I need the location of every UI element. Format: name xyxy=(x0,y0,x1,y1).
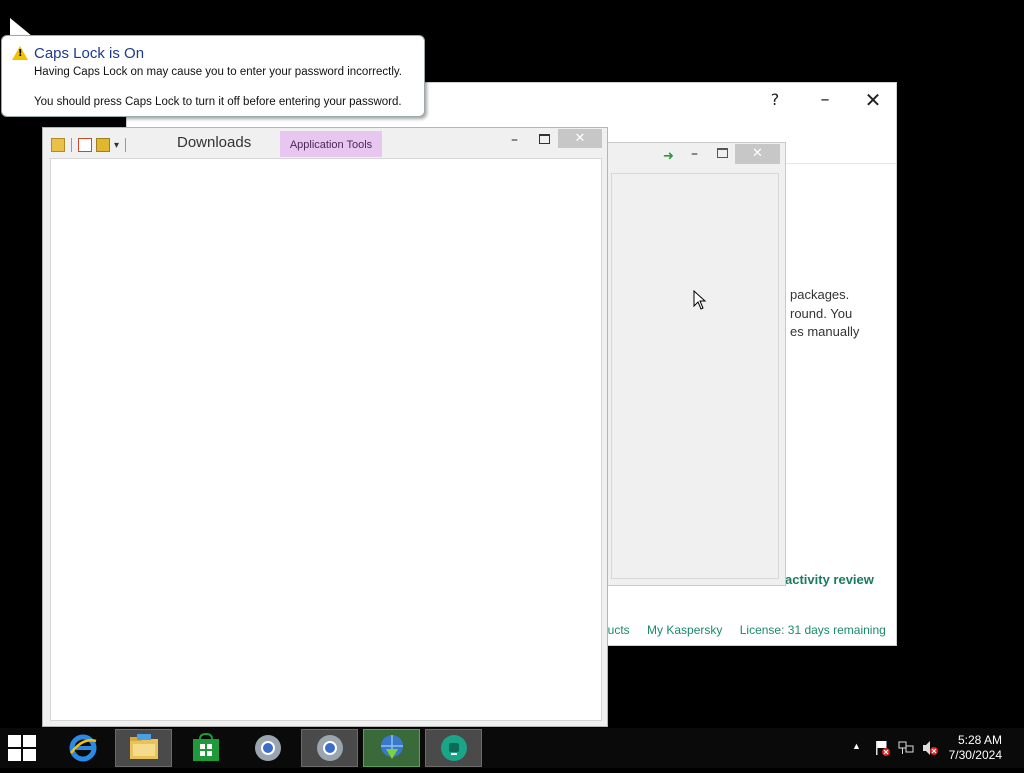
minimize-button[interactable]: – xyxy=(691,146,698,162)
clock-date: 7/30/2024 xyxy=(948,748,1002,762)
toolbar-separator xyxy=(125,138,127,152)
folder-icon xyxy=(129,734,158,759)
minimize-button[interactable]: – xyxy=(511,132,518,148)
taskbar-file-explorer[interactable] xyxy=(115,729,172,767)
mouse-cursor-icon xyxy=(693,290,707,310)
explorer-content-area[interactable] xyxy=(50,158,602,721)
middle-window: ➜ – ✕ xyxy=(604,142,786,586)
start-button[interactable] xyxy=(8,735,38,761)
close-button[interactable]: ✕ xyxy=(735,144,780,164)
taskbar-chrome[interactable] xyxy=(239,729,296,767)
windows-logo-icon xyxy=(23,749,36,761)
description-line: packages. xyxy=(790,287,850,302)
windows-logo-icon xyxy=(8,735,21,747)
taskbar-kaspersky[interactable] xyxy=(425,729,482,767)
warning-icon-mark: ! xyxy=(18,48,23,59)
taskbar-download-manager[interactable] xyxy=(363,729,420,767)
tooltip-message: Having Caps Lock on may cause you to ent… xyxy=(34,66,402,78)
chrome-icon xyxy=(254,735,281,761)
clock-time: 5:28 AM xyxy=(957,733,1002,747)
maximize-button[interactable] xyxy=(717,148,728,158)
clock[interactable]: 5:28 AM 7/30/2024 xyxy=(949,733,1002,773)
folder-download-icon[interactable] xyxy=(51,138,65,152)
taskbar-internet-explorer[interactable] xyxy=(54,729,111,767)
taskbar: ▲ 5:28 AM 7/30/2024 xyxy=(0,728,1024,768)
volume-muted-icon xyxy=(923,741,938,755)
download-manager-icon xyxy=(380,735,403,759)
description-text: packages. round. You es manually xyxy=(790,286,895,342)
activity-review-link[interactable]: activity review xyxy=(785,572,874,587)
windows-logo-icon xyxy=(8,749,21,761)
caps-lock-tooltip: ! Caps Lock is On Having Caps Lock on ma… xyxy=(1,35,425,117)
internet-explorer-icon xyxy=(69,734,96,762)
green-arrow-icon: ➜ xyxy=(663,149,674,164)
quick-access-toolbar: ▾ xyxy=(51,134,128,156)
toolbar-separator xyxy=(71,138,72,152)
footer-link-my-kaspersky[interactable]: My Kaspersky xyxy=(647,623,722,637)
tooltip-pointer xyxy=(10,18,32,36)
window-title: Downloads xyxy=(177,134,252,151)
description-line: es manually xyxy=(790,324,860,339)
taskbar-chrome-active[interactable] xyxy=(301,729,358,767)
minimize-button[interactable]: – xyxy=(810,89,840,111)
customize-toolbar-dropdown-icon[interactable]: ▾ xyxy=(114,140,119,151)
windows-logo-icon xyxy=(23,735,36,747)
maximize-button[interactable] xyxy=(539,134,550,144)
close-button[interactable]: ✕ xyxy=(858,89,888,111)
footer-link-license[interactable]: License: 31 days remaining xyxy=(740,623,886,637)
close-button[interactable]: ✕ xyxy=(558,129,602,148)
properties-icon[interactable] xyxy=(78,138,92,152)
kaspersky-footer: ducts My Kaspersky License: 31 days rema… xyxy=(601,623,900,637)
kaspersky-icon xyxy=(440,735,467,761)
new-folder-icon[interactable] xyxy=(96,138,110,152)
window-content xyxy=(611,173,779,579)
taskbar-store[interactable] xyxy=(177,729,234,767)
description-line: round. You xyxy=(790,305,853,321)
explorer-window: ▾ Downloads Application Tools – ✕ xyxy=(42,127,608,727)
store-icon xyxy=(192,733,219,761)
tooltip-message: You should press Caps Lock to turn it of… xyxy=(34,96,402,108)
tooltip-title: Caps Lock is On xyxy=(34,45,145,62)
chevron-up-icon: ▲ xyxy=(852,741,861,751)
chrome-icon xyxy=(316,735,343,761)
application-tools-tab[interactable]: Application Tools xyxy=(280,131,382,157)
help-button[interactable]: ? xyxy=(760,89,790,111)
flag-alert-icon xyxy=(876,741,890,756)
network-icon xyxy=(898,741,914,754)
